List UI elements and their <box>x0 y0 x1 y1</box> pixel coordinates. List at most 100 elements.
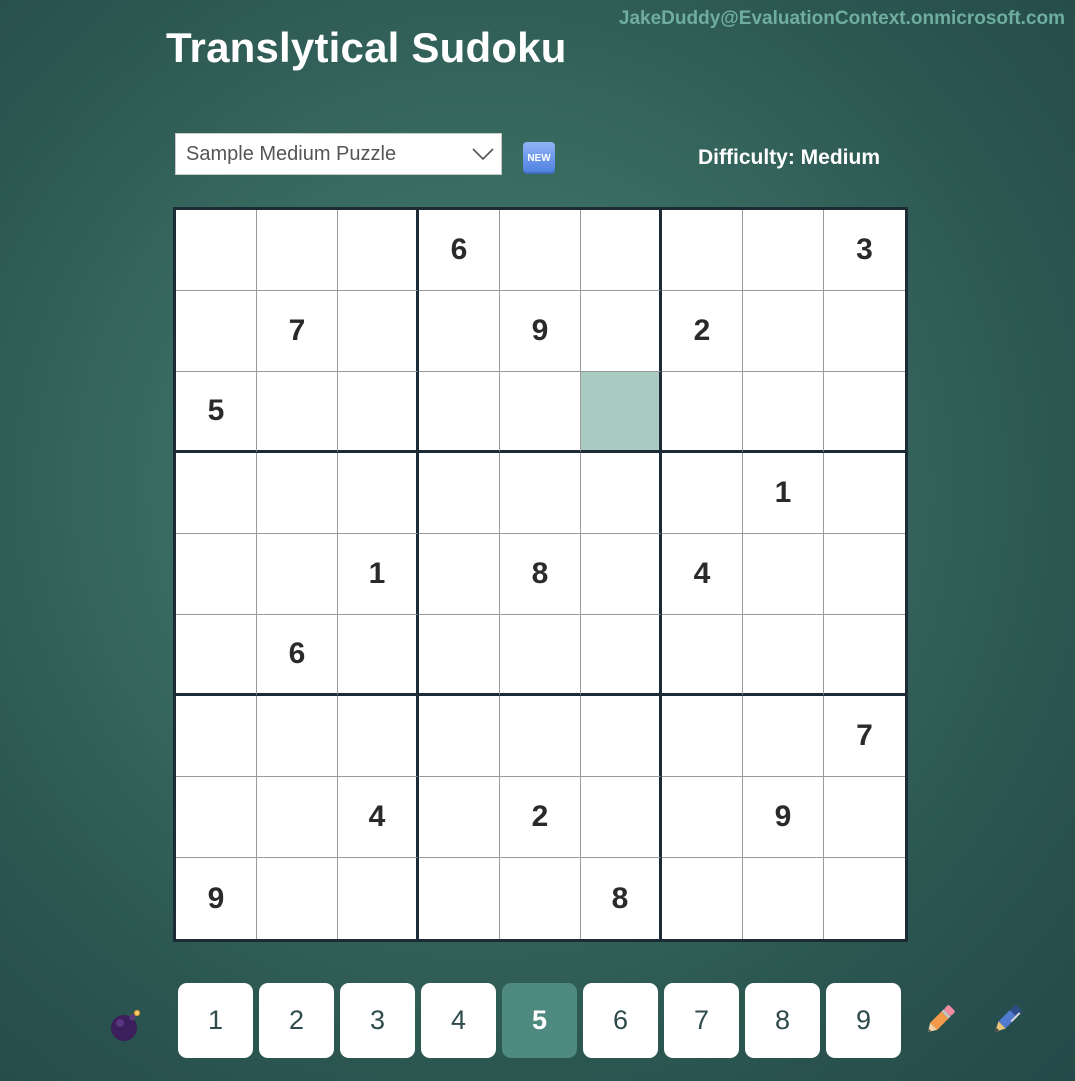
puzzle-select[interactable]: Sample Medium Puzzle <box>175 133 502 175</box>
sudoku-cell[interactable] <box>257 858 338 939</box>
sudoku-cell[interactable] <box>338 858 419 939</box>
number-pad: 123456789 <box>178 983 901 1058</box>
sudoku-cell[interactable] <box>500 453 581 534</box>
sudoku-cell[interactable]: 2 <box>500 777 581 858</box>
sudoku-cell[interactable] <box>581 615 662 696</box>
number-button-6[interactable]: 6 <box>583 983 658 1058</box>
sudoku-cell[interactable] <box>257 372 338 453</box>
sudoku-cell[interactable] <box>581 696 662 777</box>
sudoku-cell[interactable]: 6 <box>419 210 500 291</box>
sudoku-cell[interactable] <box>338 210 419 291</box>
sudoku-cell[interactable] <box>824 372 905 453</box>
sudoku-cell[interactable] <box>743 534 824 615</box>
sudoku-cell[interactable] <box>176 453 257 534</box>
sudoku-cell[interactable] <box>581 291 662 372</box>
sudoku-cell[interactable] <box>581 534 662 615</box>
sudoku-cell[interactable]: 8 <box>581 858 662 939</box>
sudoku-cell[interactable] <box>419 696 500 777</box>
number-button-5[interactable]: 5 <box>502 983 577 1058</box>
number-button-3[interactable]: 3 <box>340 983 415 1058</box>
sudoku-cell[interactable] <box>662 453 743 534</box>
sudoku-cell[interactable] <box>824 858 905 939</box>
sudoku-cell[interactable] <box>419 615 500 696</box>
number-button-7[interactable]: 7 <box>664 983 739 1058</box>
sudoku-cell[interactable] <box>662 696 743 777</box>
sudoku-cell[interactable] <box>419 291 500 372</box>
sudoku-cell[interactable] <box>338 615 419 696</box>
sudoku-cell[interactable] <box>338 372 419 453</box>
number-button-9[interactable]: 9 <box>826 983 901 1058</box>
sudoku-cell[interactable] <box>419 453 500 534</box>
sudoku-cell[interactable] <box>419 534 500 615</box>
sudoku-cell[interactable]: 9 <box>743 777 824 858</box>
sudoku-cell[interactable] <box>743 615 824 696</box>
sudoku-cell[interactable] <box>176 534 257 615</box>
page-title: Translytical Sudoku <box>166 24 567 71</box>
new-puzzle-button[interactable]: NEW <box>523 142 555 174</box>
sudoku-cell[interactable]: 1 <box>338 534 419 615</box>
sudoku-cell[interactable] <box>257 777 338 858</box>
sudoku-cell[interactable] <box>581 453 662 534</box>
sudoku-cell[interactable]: 7 <box>824 696 905 777</box>
sudoku-cell[interactable] <box>662 615 743 696</box>
number-button-4[interactable]: 4 <box>421 983 496 1058</box>
sudoku-cell[interactable]: 5 <box>176 372 257 453</box>
sudoku-cell[interactable] <box>176 615 257 696</box>
sudoku-cell[interactable]: 3 <box>824 210 905 291</box>
sudoku-cell[interactable] <box>419 372 500 453</box>
sudoku-cell[interactable] <box>176 210 257 291</box>
sudoku-cell[interactable] <box>176 291 257 372</box>
sudoku-cell[interactable] <box>743 696 824 777</box>
difficulty-label: Difficulty: Medium <box>698 146 880 169</box>
sudoku-cell[interactable] <box>500 858 581 939</box>
sudoku-cell[interactable] <box>824 615 905 696</box>
sudoku-cell[interactable] <box>743 210 824 291</box>
sudoku-cell[interactable] <box>581 777 662 858</box>
sudoku-cell[interactable] <box>500 372 581 453</box>
bomb-icon[interactable] <box>108 1008 144 1044</box>
sudoku-cell[interactable]: 6 <box>257 615 338 696</box>
sudoku-cell[interactable]: 7 <box>257 291 338 372</box>
sudoku-cell[interactable] <box>824 534 905 615</box>
sudoku-cell[interactable]: 9 <box>176 858 257 939</box>
sudoku-cell[interactable]: 1 <box>743 453 824 534</box>
sudoku-cell[interactable]: 9 <box>500 291 581 372</box>
sudoku-cell[interactable] <box>338 696 419 777</box>
sudoku-cell[interactable] <box>500 615 581 696</box>
sudoku-board: 63792511846742998 <box>173 207 908 942</box>
sudoku-cell[interactable] <box>338 453 419 534</box>
sudoku-cell[interactable] <box>581 372 662 453</box>
sudoku-cell[interactable] <box>743 291 824 372</box>
sudoku-cell[interactable] <box>662 210 743 291</box>
sudoku-cell[interactable] <box>500 696 581 777</box>
sudoku-cell[interactable] <box>338 291 419 372</box>
chevron-down-icon <box>465 133 501 175</box>
sudoku-cell[interactable] <box>824 453 905 534</box>
sudoku-cell[interactable] <box>419 777 500 858</box>
sudoku-cell[interactable] <box>257 534 338 615</box>
sudoku-cell[interactable] <box>662 858 743 939</box>
sudoku-cell[interactable] <box>824 291 905 372</box>
sudoku-cell[interactable] <box>176 696 257 777</box>
sudoku-cell[interactable]: 4 <box>338 777 419 858</box>
sudoku-cell[interactable] <box>500 210 581 291</box>
sudoku-cell[interactable] <box>743 858 824 939</box>
sudoku-cell[interactable] <box>419 858 500 939</box>
pen-icon[interactable] <box>987 1000 1027 1040</box>
sudoku-cell[interactable] <box>824 777 905 858</box>
number-button-8[interactable]: 8 <box>745 983 820 1058</box>
sudoku-cell[interactable]: 8 <box>500 534 581 615</box>
sudoku-cell[interactable] <box>257 453 338 534</box>
sudoku-cell[interactable] <box>257 210 338 291</box>
sudoku-cell[interactable] <box>176 777 257 858</box>
number-button-2[interactable]: 2 <box>259 983 334 1058</box>
sudoku-cell[interactable]: 2 <box>662 291 743 372</box>
sudoku-cell[interactable] <box>662 777 743 858</box>
pencil-icon[interactable] <box>920 1000 960 1040</box>
sudoku-cell[interactable] <box>257 696 338 777</box>
sudoku-cell[interactable] <box>662 372 743 453</box>
number-button-1[interactable]: 1 <box>178 983 253 1058</box>
sudoku-cell[interactable] <box>743 372 824 453</box>
sudoku-cell[interactable] <box>581 210 662 291</box>
sudoku-cell[interactable]: 4 <box>662 534 743 615</box>
